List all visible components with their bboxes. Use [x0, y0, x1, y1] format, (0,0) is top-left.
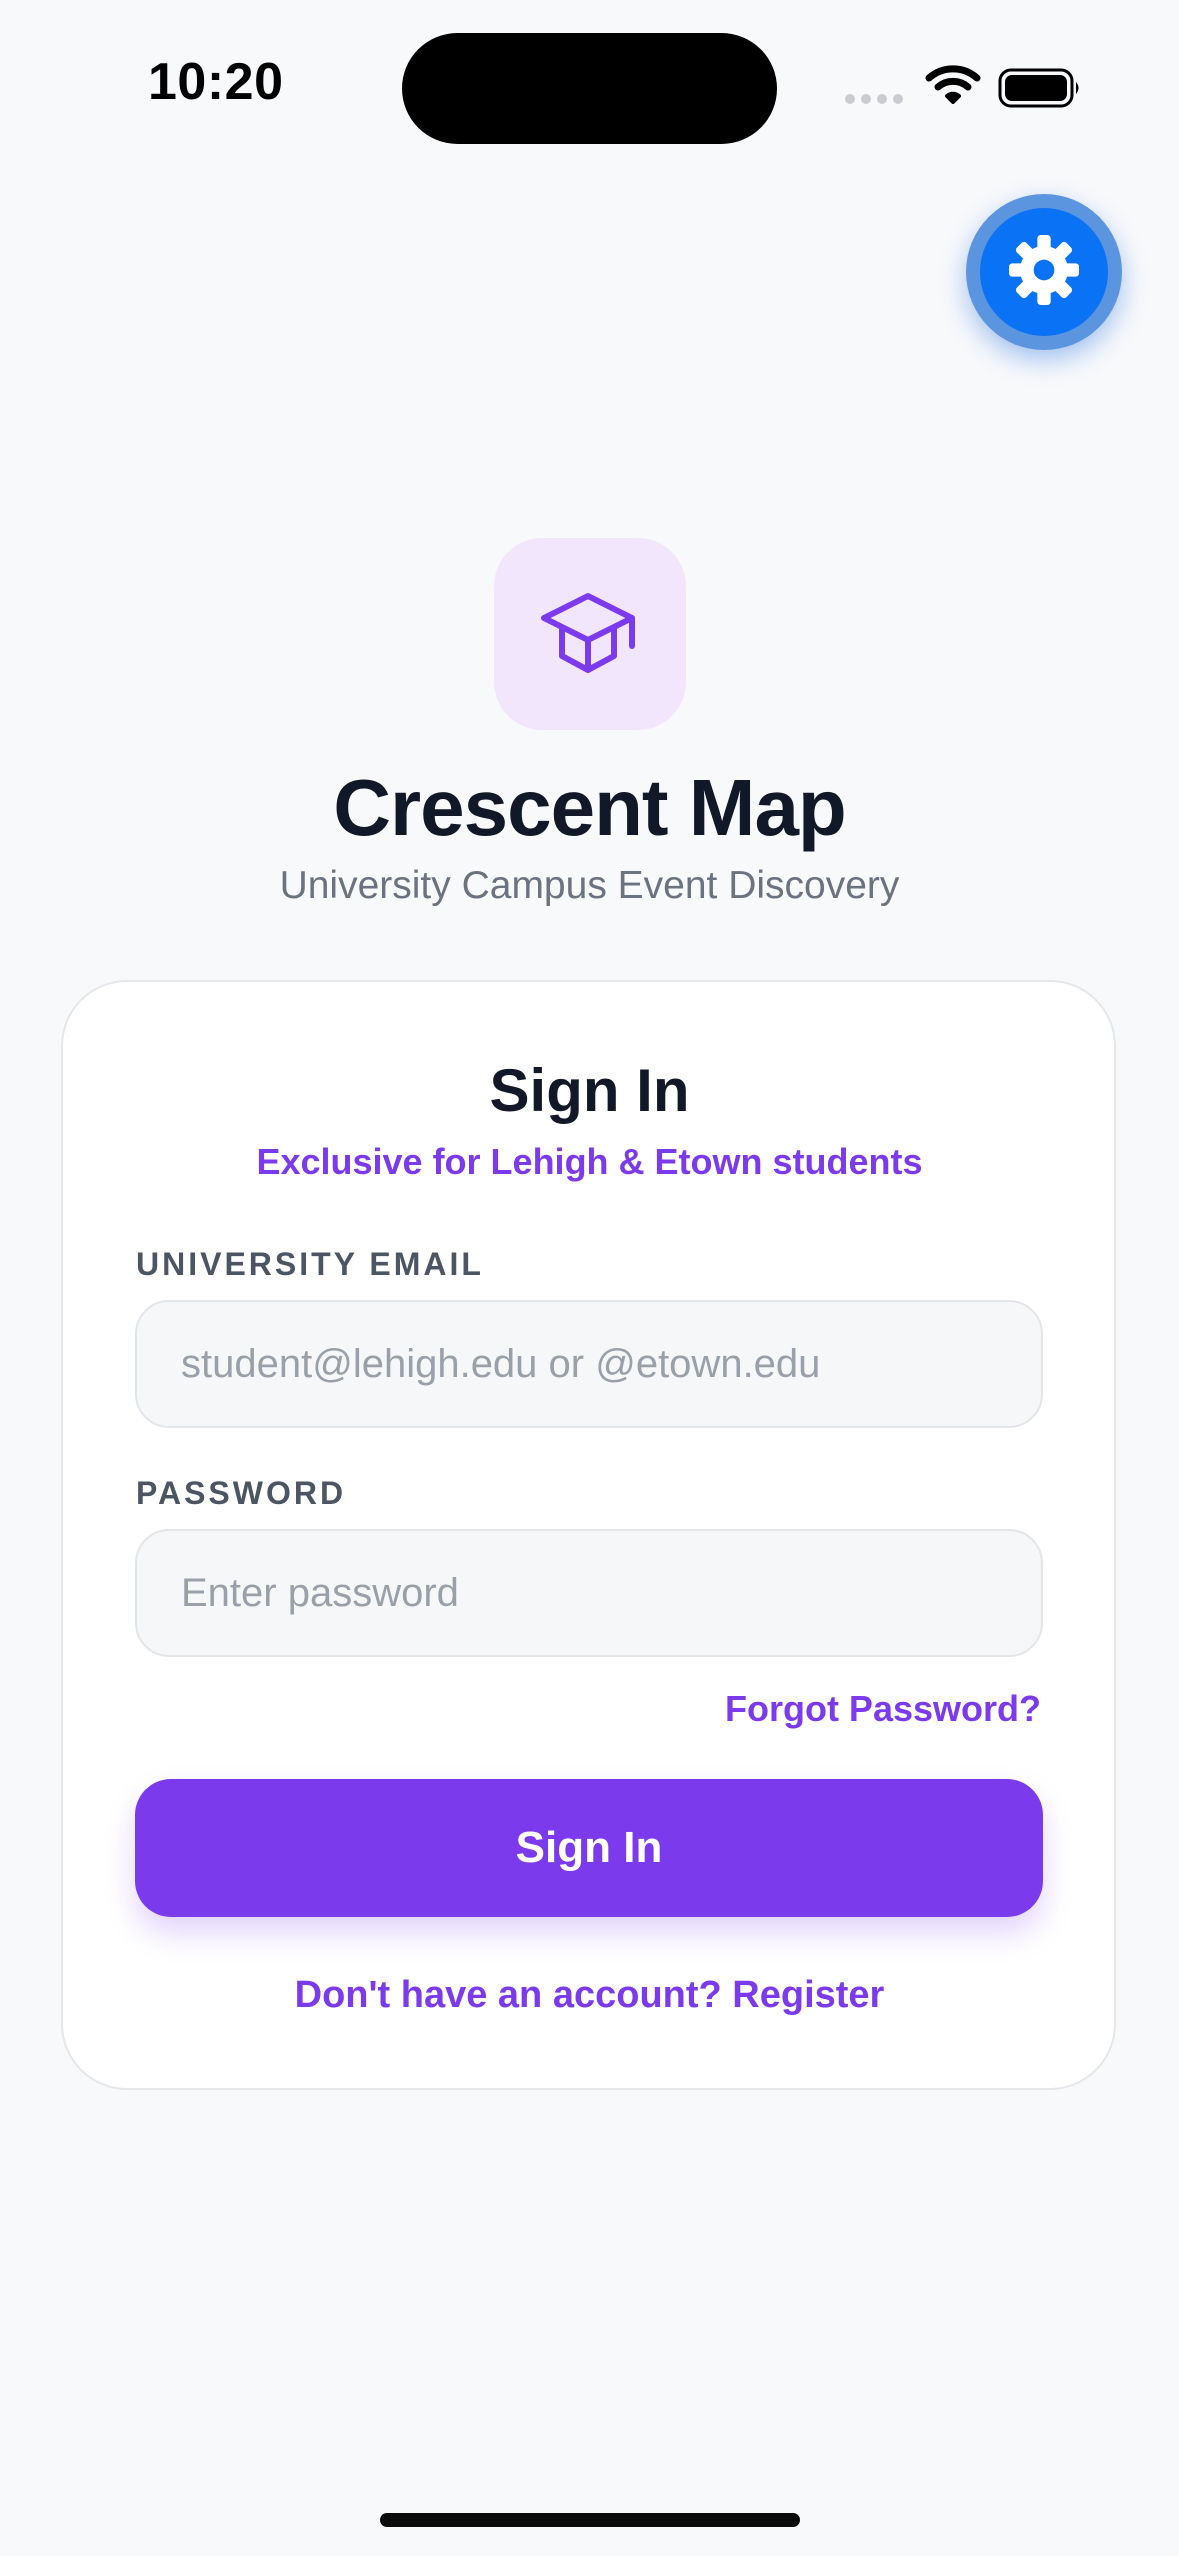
dynamic-island [402, 33, 777, 144]
sign-in-button-label: Sign In [515, 1823, 663, 1872]
home-indicator[interactable] [380, 2513, 800, 2527]
wifi-icon [925, 64, 981, 109]
graduation-cap-icon [538, 584, 642, 685]
register-link[interactable]: Don't have an account? Register [0, 1974, 1179, 2017]
signal-icon [845, 94, 903, 104]
password-field[interactable] [135, 1529, 1043, 1657]
app-title: Crescent Map [333, 763, 847, 852]
settings-button[interactable] [966, 194, 1122, 350]
email-field[interactable] [135, 1300, 1043, 1428]
gear-icon [1004, 230, 1084, 315]
battery-icon [998, 68, 1082, 113]
password-label: PASSWORD [136, 1475, 347, 1511]
email-label: UNIVERSITY EMAIL [136, 1246, 484, 1282]
sign-in-button[interactable]: Sign In [135, 1779, 1043, 1917]
signin-title: Sign In [489, 1057, 690, 1124]
app-subtitle: University Campus Event Discovery [279, 864, 900, 907]
signin-subtitle: Exclusive for Lehigh & Etown students [256, 1141, 923, 1182]
forgot-password-link[interactable]: Forgot Password? [725, 1688, 1041, 1730]
status-time: 10:20 [148, 53, 284, 111]
app-logo [494, 538, 686, 730]
